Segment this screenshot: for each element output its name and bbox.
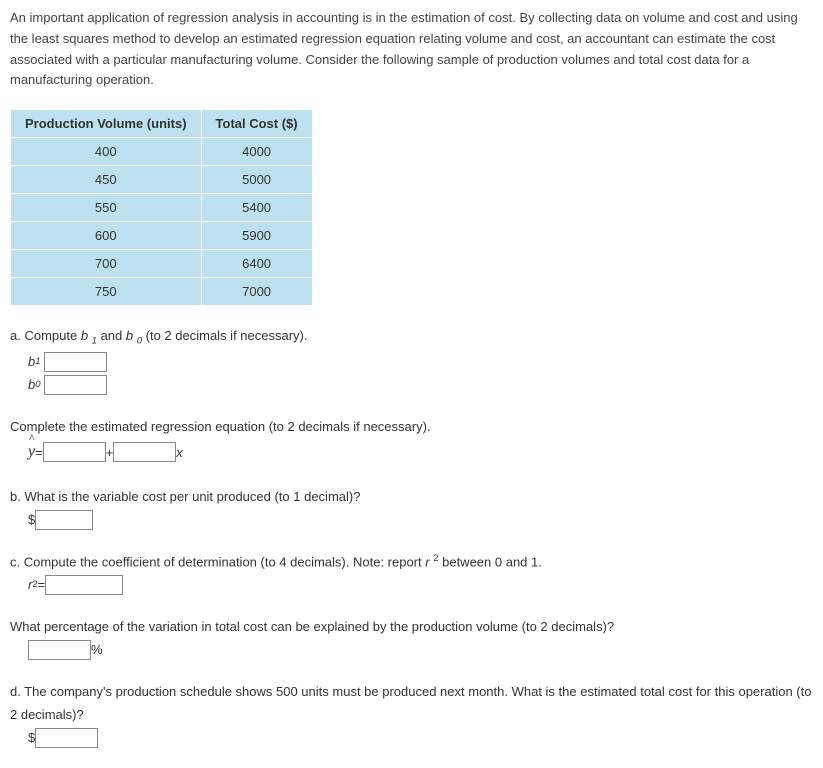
slope-input[interactable] [113, 442, 176, 462]
plus-label: + [106, 441, 114, 464]
b1-input[interactable] [44, 352, 107, 372]
cell-cost: 5400 [201, 194, 312, 222]
table-row: 4004000 [11, 138, 313, 166]
cell-cost: 5000 [201, 166, 312, 194]
intercept-input[interactable] [43, 442, 106, 462]
x-label: x [176, 441, 183, 464]
b0-label: b [28, 373, 35, 396]
table-row: 4505000 [11, 166, 313, 194]
b0-input[interactable] [44, 375, 107, 395]
table-header-volume: Production Volume (units) [11, 110, 202, 138]
cell-cost: 6400 [201, 250, 312, 278]
qc-prompt-head: c. Compute the coefficient of determinat… [10, 554, 425, 569]
qa-prompt-head: a. Compute [10, 328, 81, 343]
question-a: a. Compute b 1 and b 0 (to 2 decimals if… [10, 324, 813, 396]
cell-cost: 5900 [201, 222, 312, 250]
qc2-prompt: What percentage of the variation in tota… [10, 615, 813, 638]
b1-sym: b [81, 328, 92, 343]
percent-input[interactable] [28, 640, 91, 660]
qb-prompt: b. What is the variable cost per unit pr… [10, 485, 813, 508]
question-c2: What percentage of the variation in tota… [10, 615, 813, 662]
cell-volume: 550 [11, 194, 202, 222]
question-c: c. Compute the coefficient of determinat… [10, 550, 813, 597]
b0-sym: b [126, 328, 137, 343]
data-table: Production Volume (units) Total Cost ($)… [10, 109, 313, 306]
table-row: 7507000 [11, 278, 313, 306]
dollar-prefix-d: $ [28, 726, 35, 749]
table-row: 7006400 [11, 250, 313, 278]
cell-volume: 750 [11, 278, 202, 306]
regression-equation: Complete the estimated regression equati… [10, 415, 813, 467]
qd-prompt: d. The company's production schedule sho… [10, 680, 813, 727]
question-b: b. What is the variable cost per unit pr… [10, 485, 813, 532]
cell-cost: 7000 [201, 278, 312, 306]
cell-volume: 700 [11, 250, 202, 278]
b1-label-sub: 1 [35, 353, 40, 370]
qa-and: and [97, 328, 126, 343]
cell-cost: 4000 [201, 138, 312, 166]
total-cost-input[interactable] [35, 728, 98, 748]
r-sym: r [425, 554, 433, 569]
table-row: 6005900 [11, 222, 313, 250]
question-d: d. The company's production schedule sho… [10, 680, 813, 750]
cell-volume: 600 [11, 222, 202, 250]
qc-prompt-tail: between 0 and 1. [439, 554, 542, 569]
cell-volume: 400 [11, 138, 202, 166]
b1-label: b [28, 350, 35, 373]
cell-volume: 450 [11, 166, 202, 194]
table-row: 5505400 [11, 194, 313, 222]
b0-label-sub: 0 [35, 376, 40, 393]
percent-suffix: % [91, 638, 103, 661]
equals-label: = [35, 441, 43, 464]
r2-input[interactable] [45, 575, 123, 595]
r2-label-eq: = [38, 573, 46, 596]
yhat-label: y [28, 438, 35, 467]
dollar-prefix: $ [28, 508, 35, 531]
eq-prompt: Complete the estimated regression equati… [10, 415, 813, 438]
qa-prompt-tail: (to 2 decimals if necessary). [142, 328, 307, 343]
variable-cost-input[interactable] [35, 510, 93, 530]
problem-intro: An important application of regression a… [10, 8, 813, 91]
table-header-cost: Total Cost ($) [201, 110, 312, 138]
